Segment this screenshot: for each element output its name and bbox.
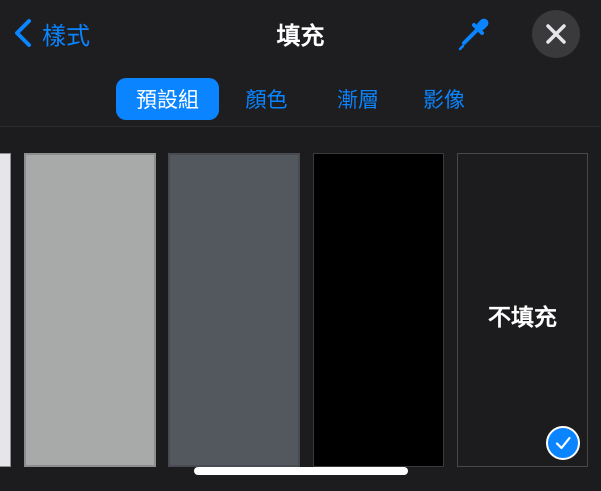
tab-presets[interactable]: 預設組 xyxy=(116,78,219,120)
panel-header: 樣式 填充 預設組 顏色 漸層 影像 xyxy=(0,0,601,126)
close-button[interactable] xyxy=(532,10,580,58)
tab-gradient[interactable]: 漸層 xyxy=(314,78,402,120)
tab-image[interactable]: 影像 xyxy=(402,78,486,120)
swatch-no-fill[interactable]: 不填充 xyxy=(457,153,588,467)
fill-type-tabs: 預設組 顏色 漸層 影像 xyxy=(116,78,486,120)
eyedropper-icon[interactable] xyxy=(455,16,491,52)
fill-panel: 樣式 填充 預設組 顏色 漸層 影像 不填充 xyxy=(0,0,601,491)
home-indicator xyxy=(194,467,408,475)
tab-color[interactable]: 顏色 xyxy=(219,78,314,120)
checkmark-icon xyxy=(546,426,580,460)
page-title: 填充 xyxy=(276,22,325,50)
close-icon xyxy=(546,24,566,44)
swatch-light-gray[interactable] xyxy=(24,153,156,467)
swatch-black[interactable] xyxy=(313,153,444,467)
no-fill-label: 不填充 xyxy=(488,305,557,331)
swatch-partial-white[interactable] xyxy=(0,153,11,467)
swatch-dark-gray[interactable] xyxy=(168,153,300,467)
preset-swatches: 不填充 xyxy=(0,127,601,491)
